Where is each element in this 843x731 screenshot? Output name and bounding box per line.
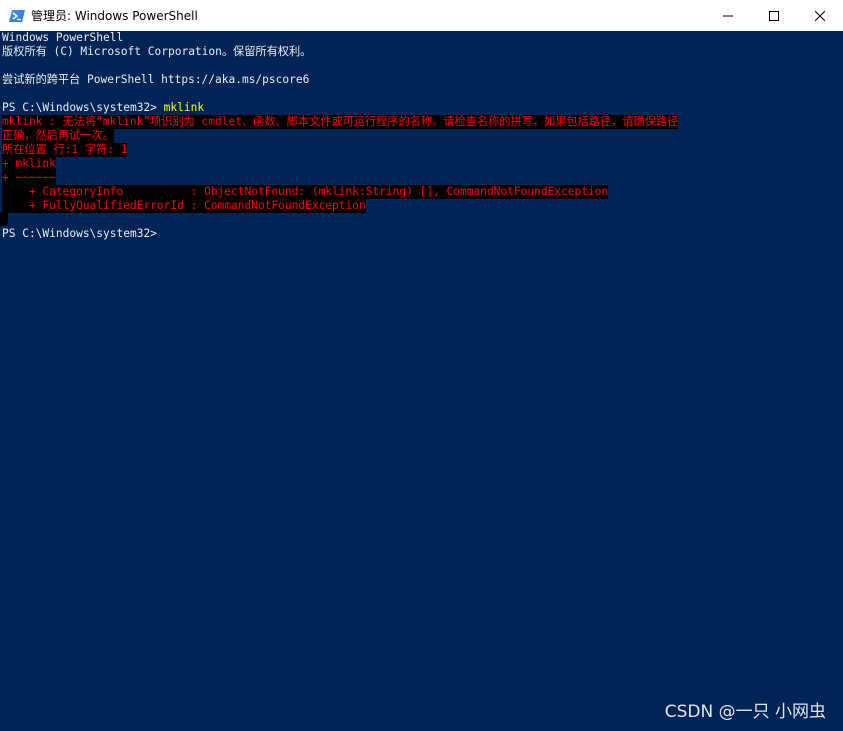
error-line: + ~~~~~~ [2,171,56,185]
banner-line: Windows PowerShell [2,31,124,44]
prompt-line: PS C:\Windows\system32> [2,227,157,240]
banner-line: 尝试新的跨平台 PowerShell https://aka.ms/pscore… [2,73,310,86]
minimize-button[interactable] [705,0,751,31]
error-line: mklink : 无法将“mklink”项识别为 cmdlet、函数、脚本文件或… [2,115,679,129]
banner-line: 版权所有 (C) Microsoft Corporation。保留所有权利。 [2,45,312,58]
error-line: + mklink [2,157,56,171]
title-bar[interactable]: 管理员: Windows PowerShell [0,0,843,31]
prompt-text: PS C:\Windows\system32> [2,101,164,114]
minimize-icon [723,15,733,16]
prompt-line: PS C:\Windows\system32> mklink [2,101,204,115]
command-text: mklink [163,101,205,114]
watermark: CSDN @一只 小网虫 [664,702,826,722]
window-title: 管理员: Windows PowerShell [31,9,198,23]
maximize-icon [769,10,779,21]
powershell-window: 管理员: Windows PowerShell Windows PowerShe… [0,0,843,731]
console-output[interactable]: Windows PowerShell 版权所有 (C) Microsoft Co… [0,31,843,731]
close-button[interactable] [797,0,843,31]
close-icon [815,10,825,21]
error-line: + FullyQualifiedErrorId : CommandNotFoun… [2,199,366,213]
error-trailing-block [0,212,8,226]
error-line: 所在位置 行:1 字符: 1 [2,143,128,157]
maximize-button[interactable] [751,0,797,31]
powershell-icon [9,8,25,24]
error-line: + CategoryInfo : ObjectNotFound: (mklink… [2,185,609,199]
error-line: 正确，然后再试一次。 [2,129,114,143]
